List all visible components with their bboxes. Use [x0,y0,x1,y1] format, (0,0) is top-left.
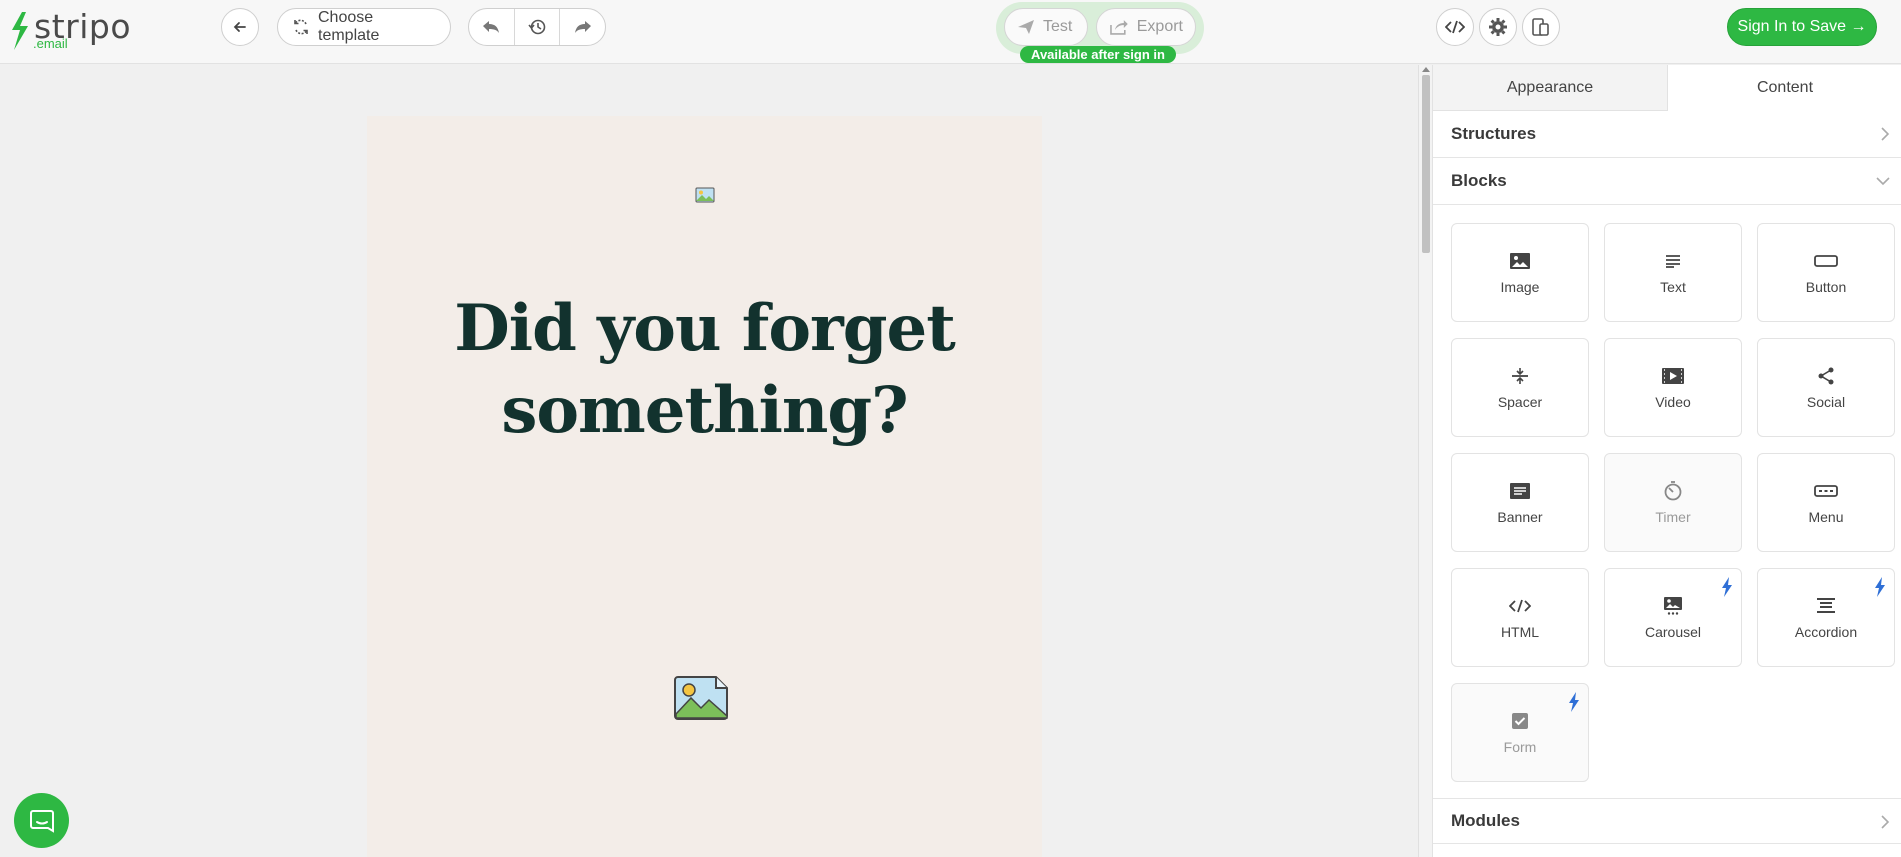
available-after-signin-badge: Available after sign in [1020,46,1176,63]
image-placeholder-small[interactable] [695,187,715,208]
block-label: Spacer [1497,393,1543,410]
block-form[interactable]: Form [1451,683,1589,782]
block-label: Text [1660,278,1686,295]
code-editor-button[interactable] [1436,8,1474,46]
lightning-icon [1569,692,1579,712]
top-toolbar: stripo .email Choose template Test Expor… [0,0,1901,64]
block-label: Social [1806,393,1846,410]
undo-icon [483,21,500,33]
history-icon [528,19,546,35]
modules-label: Modules [1451,811,1520,830]
block-carousel[interactable]: Carousel [1604,568,1742,667]
redo-icon [574,21,591,33]
blocks-label: Blocks [1451,171,1507,190]
chat-icon [29,809,54,833]
accordion-icon [1816,596,1836,616]
block-html[interactable]: HTML [1451,568,1589,667]
banner-icon [1510,481,1530,501]
block-label: Button [1805,278,1847,295]
devices-icon [1532,18,1549,36]
button-icon [1814,251,1838,271]
panel-tabs: Appearance Content [1433,65,1901,111]
code-icon [1445,20,1465,34]
send-icon [1018,20,1034,34]
structures-section[interactable]: Structures [1433,111,1901,158]
block-social[interactable]: Social [1757,338,1895,437]
test-label: Test [1043,18,1073,35]
image-placeholder-icon [674,676,728,720]
modules-section[interactable]: Modules [1433,798,1901,844]
block-label: HTML [1500,623,1540,640]
block-label: Menu [1808,508,1844,525]
undo-button[interactable] [469,9,514,45]
stripo-logo-icon [12,12,28,50]
block-label: Carousel [1644,623,1702,640]
history-button[interactable] [513,9,560,45]
block-text[interactable]: Text [1604,223,1742,322]
canvas-scrollbar[interactable] [1418,65,1432,857]
export-icon [1110,20,1128,35]
export-button[interactable]: Export [1096,8,1196,46]
lightning-icon [1875,577,1885,597]
block-label: Form [1503,738,1537,755]
logo-subtext: .email [33,36,68,51]
choose-template-label: Choose template [318,9,380,44]
scroll-thumb[interactable] [1422,75,1430,253]
support-chat-button[interactable] [14,793,69,848]
block-button[interactable]: Button [1757,223,1895,322]
headline-line-2: something? [501,373,908,448]
block-accordion[interactable]: Accordion [1757,568,1895,667]
text-icon [1665,251,1681,271]
redo-button[interactable] [559,9,605,45]
menu-icon [1814,481,1838,501]
choose-template-button[interactable]: Choose template [277,8,451,46]
email-headline[interactable]: Did you forget something? [367,288,1042,452]
video-icon [1662,366,1684,386]
stripo-logo[interactable]: stripo .email [8,10,131,54]
chevron-down-icon [1876,177,1890,186]
scroll-up-arrow-icon[interactable] [1422,67,1430,72]
arrow-left-icon [233,22,246,32]
email-preview: Did you forget something? [367,116,1042,857]
image-placeholder-icon [695,187,715,203]
structures-label: Structures [1451,124,1537,143]
block-image[interactable]: Image [1451,223,1589,322]
code-icon [1509,596,1531,616]
spacer-icon [1511,366,1529,386]
blocks-section[interactable]: Blocks [1433,158,1901,205]
timer-icon [1663,480,1683,501]
block-timer[interactable]: Timer [1604,453,1742,552]
export-label: Export [1136,18,1183,35]
settings-button[interactable] [1479,8,1517,46]
form-icon [1512,711,1528,731]
block-menu[interactable]: Menu [1757,453,1895,552]
chevron-right-icon [1881,815,1890,829]
test-button[interactable]: Test [1004,8,1088,46]
share-icon [1817,366,1835,386]
block-banner[interactable]: Banner [1451,453,1589,552]
block-label: Timer [1655,508,1691,525]
settings-panel: Appearance Content Structures Blocks Ima… [1432,65,1901,857]
history-controls [468,8,606,46]
block-label: Image [1500,278,1540,295]
image-icon [1510,251,1530,271]
gear-icon [1489,18,1507,36]
lightning-icon [1722,577,1732,597]
block-label: Accordion [1794,623,1858,640]
refresh-icon [292,18,310,36]
tab-appearance[interactable]: Appearance [1433,65,1668,111]
block-video[interactable]: Video [1604,338,1742,437]
headline-line-1: Did you forget [454,291,956,366]
image-placeholder-large[interactable] [673,676,729,725]
carousel-icon [1663,596,1683,616]
chevron-right-icon [1881,127,1890,141]
preview-device-button[interactable] [1522,8,1560,46]
editor-canvas: Did you forget something? [0,65,1418,857]
sign-in-to-save-button[interactable]: Sign In to Save → [1727,8,1877,46]
back-button[interactable] [221,8,259,46]
block-label: Banner [1497,508,1543,525]
block-label: Video [1655,393,1691,410]
tab-content[interactable]: Content [1668,65,1901,111]
block-spacer[interactable]: Spacer [1451,338,1589,437]
